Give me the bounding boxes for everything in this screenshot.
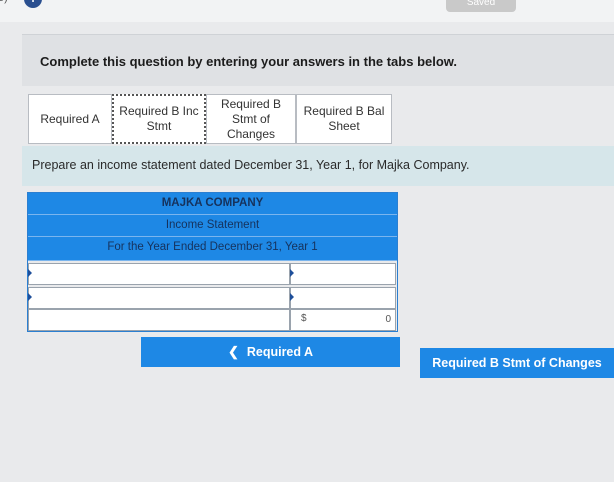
- line-item-label-input[interactable]: [28, 263, 290, 285]
- tab-required-b-bal-sheet[interactable]: Required B Bal Sheet: [296, 94, 392, 144]
- total-currency: $: [301, 313, 307, 324]
- info-icon[interactable]: i: [24, 0, 42, 8]
- question-number: 5): [0, 0, 8, 4]
- previous-tab-label: Required A: [246, 345, 314, 359]
- next-tab-button[interactable]: Required B Stmt of Changes: [420, 348, 614, 378]
- dropdown-marker-icon: [290, 293, 294, 301]
- income-statement-table: MAJKA COMPANY Income Statement For the Y…: [27, 192, 398, 332]
- dropdown-marker-icon: [290, 269, 294, 277]
- prompt-band: Prepare an income statement dated Decemb…: [22, 146, 614, 186]
- previous-tab-button[interactable]: ❮ Required A: [141, 337, 400, 367]
- top-bar: 5) i Saved: [0, 0, 614, 22]
- line-item-amount-input[interactable]: [290, 263, 396, 285]
- statement-period: For the Year Ended December 31, Year 1: [28, 237, 397, 261]
- total-amount-cell: $ 0: [290, 309, 396, 331]
- chevron-left-icon: ❮: [227, 344, 239, 359]
- total-label-cell: [28, 309, 290, 331]
- tab-required-b-stmt-of-changes[interactable]: Required B Stmt of Changes: [206, 94, 296, 144]
- tab-required-b-inc-stmt[interactable]: Required B Inc Stmt: [112, 94, 206, 144]
- instructions-text: Complete this question by entering your …: [40, 54, 458, 69]
- total-value: 0: [385, 314, 391, 325]
- next-tab-label: Required B Stmt of Changes: [432, 356, 602, 370]
- line-item-label-input[interactable]: [28, 287, 290, 309]
- saved-status-badge: Saved: [446, 0, 516, 12]
- tab-required-a[interactable]: Required A: [28, 94, 112, 144]
- company-name: MAJKA COMPANY: [28, 193, 397, 215]
- instructions-banner: Complete this question by entering your …: [22, 34, 614, 86]
- line-item-amount-input[interactable]: [290, 287, 396, 309]
- dropdown-marker-icon: [28, 269, 32, 277]
- dropdown-marker-icon: [28, 293, 32, 301]
- prompt-text: Prepare an income statement dated Decemb…: [32, 158, 470, 172]
- statement-title: Income Statement: [28, 215, 397, 237]
